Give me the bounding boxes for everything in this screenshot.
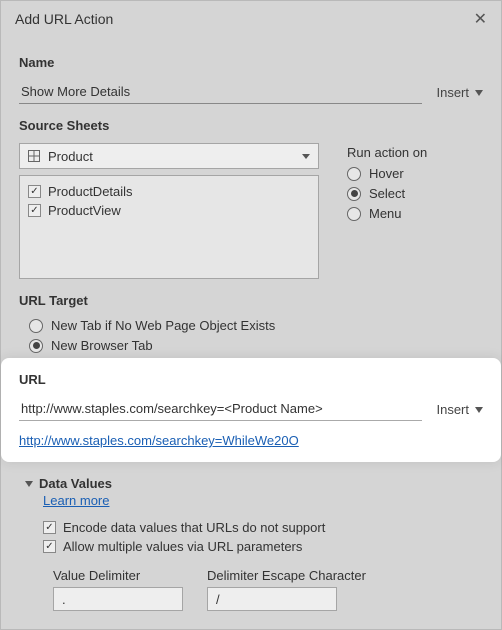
value-delimiter-input[interactable] (53, 587, 183, 611)
learn-more-link[interactable]: Learn more (43, 493, 109, 508)
run-action-label: Run action on (347, 145, 483, 160)
caret-down-icon (475, 90, 483, 96)
checkbox-label: Encode data values that URLs do not supp… (63, 520, 325, 535)
radio-label: Hover (369, 166, 404, 181)
radio-icon (29, 319, 43, 333)
radio-label: New Browser Tab (51, 338, 153, 353)
checkbox-icon: ✓ (28, 204, 41, 217)
add-url-action-dialog: Add URL Action ✕ Name Insert Source Shee… (0, 0, 502, 630)
radio-icon (347, 187, 361, 201)
data-values-label: Data Values (39, 476, 112, 491)
url-label: URL (19, 372, 483, 387)
radio-new-tab-if-no-object[interactable]: New Tab if No Web Page Object Exists (29, 318, 483, 333)
escape-char-label: Delimiter Escape Character (207, 568, 366, 583)
radio-label: Menu (369, 206, 402, 221)
sheet-item-productdetails[interactable]: ✓ ProductDetails (28, 182, 310, 201)
learn-more: Learn more (43, 493, 483, 508)
radio-icon (347, 207, 361, 221)
radio-label: Select (369, 186, 405, 201)
url-preview-link[interactable]: http://www.staples.com/searchkey=WhileWe… (19, 433, 299, 448)
insert-url-button[interactable]: Insert (436, 402, 483, 421)
sheet-item-label: ProductView (48, 203, 121, 218)
checkbox-encode-values[interactable]: ✓ Encode data values that URLs do not su… (43, 518, 483, 537)
source-sheets-label: Source Sheets (19, 118, 483, 133)
url-preview: http://www.staples.com/searchkey=WhileWe… (19, 433, 483, 448)
name-label: Name (19, 55, 483, 70)
escape-char-input[interactable] (207, 587, 337, 611)
url-panel: URL Insert http://www.staples.com/search… (1, 358, 501, 462)
insert-url-label: Insert (436, 402, 469, 417)
run-action-group: Run action on Hover Select Menu (347, 143, 483, 226)
radio-icon (347, 167, 361, 181)
value-delimiter-label: Value Delimiter (53, 568, 183, 583)
checkbox-allow-multiple[interactable]: ✓ Allow multiple values via URL paramete… (43, 537, 483, 556)
checkbox-icon: ✓ (43, 521, 56, 534)
insert-name-label: Insert (436, 85, 469, 100)
dialog-title: Add URL Action (15, 11, 113, 27)
insert-name-button[interactable]: Insert (436, 85, 483, 104)
titlebar: Add URL Action ✕ (1, 1, 501, 35)
name-input[interactable] (19, 80, 422, 104)
source-dropdown[interactable]: Product (19, 143, 319, 169)
radio-new-browser-tab[interactable]: New Browser Tab (29, 338, 483, 353)
close-icon[interactable]: ✕ (474, 9, 487, 29)
checkbox-icon: ✓ (43, 540, 56, 553)
radio-icon (29, 339, 43, 353)
data-values-expander[interactable]: Data Values (25, 476, 483, 491)
sheet-item-label: ProductDetails (48, 184, 133, 199)
source-sheets-list: ✓ ProductDetails ✓ ProductView (19, 175, 319, 279)
radio-label: New Tab if No Web Page Object Exists (51, 318, 275, 333)
radio-select[interactable]: Select (347, 186, 483, 201)
checkbox-label: Allow multiple values via URL parameters (63, 539, 302, 554)
checkbox-icon: ✓ (28, 185, 41, 198)
url-input[interactable] (19, 397, 422, 421)
url-target-label: URL Target (19, 293, 483, 308)
source-dropdown-label: Product (48, 149, 294, 164)
chevron-down-icon (302, 154, 310, 159)
radio-hover[interactable]: Hover (347, 166, 483, 181)
radio-menu[interactable]: Menu (347, 206, 483, 221)
sheet-icon (28, 150, 40, 162)
caret-down-icon (475, 407, 483, 413)
sheet-item-productview[interactable]: ✓ ProductView (28, 201, 310, 220)
chevron-down-icon (25, 481, 33, 487)
